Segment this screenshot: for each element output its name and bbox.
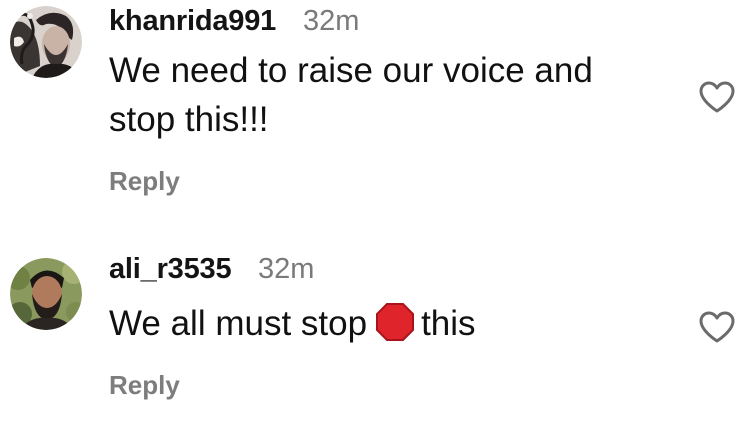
avatar[interactable] [10, 258, 82, 330]
reply-button[interactable]: Reply [109, 370, 180, 401]
comment-text-line: We need to raise our voice and [109, 51, 593, 90]
heart-outline-icon [699, 311, 735, 343]
comment-text-after: this [421, 304, 476, 343]
like-button[interactable] [698, 80, 736, 114]
avatar[interactable] [10, 6, 82, 78]
heart-outline-icon [699, 81, 735, 113]
comment-text-before: We all must stop [109, 304, 368, 343]
stop-sign-emoji-icon [375, 302, 415, 342]
comment-username[interactable]: ali_r3535 [109, 253, 232, 286]
comment-username[interactable]: khanrida991 [109, 5, 276, 38]
comment-text-line: stop this!!! [109, 100, 269, 139]
avatar-photo-icon [10, 258, 82, 330]
comment-text: We all must stop this [109, 299, 476, 348]
like-button[interactable] [698, 310, 736, 344]
comment-item: ali_r3535 32m We all must stop this Reply [0, 248, 756, 431]
comment-timestamp: 32m [258, 253, 315, 285]
avatar-illustration-icon [10, 6, 82, 78]
comment-item: khanrida991 32m We need to raise our voi… [0, 0, 756, 215]
comment-timestamp: 32m [303, 5, 360, 37]
reply-button[interactable]: Reply [109, 166, 180, 197]
comment-text: We need to raise our voice and stop this… [109, 46, 593, 144]
